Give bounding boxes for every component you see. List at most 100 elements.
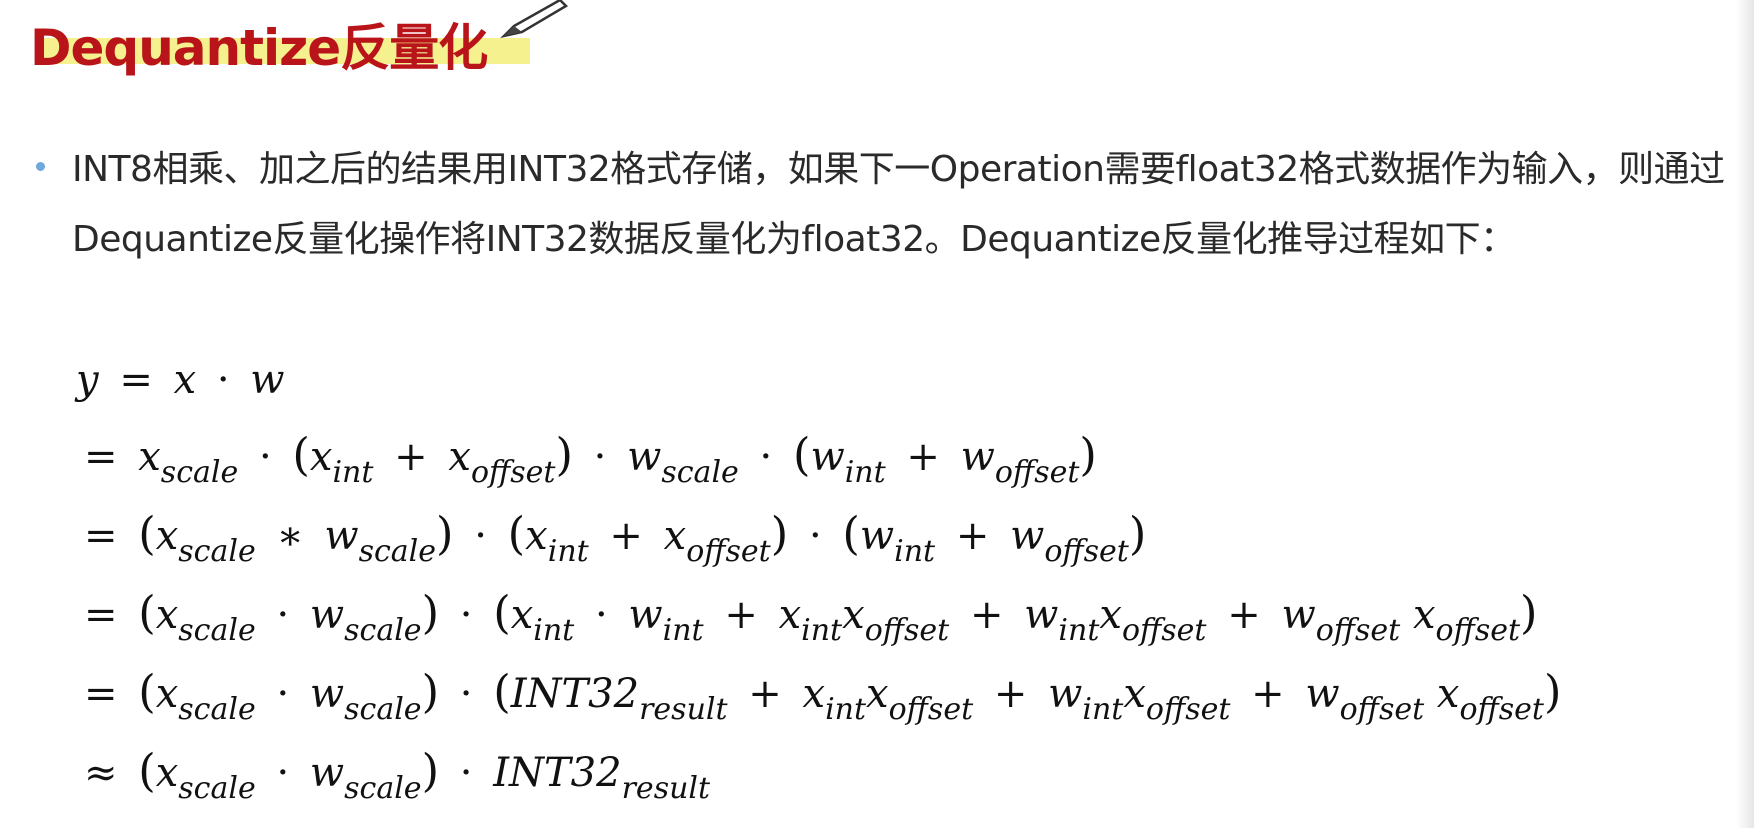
math-operator-dot: · xyxy=(258,434,272,480)
math-operator-plus: + xyxy=(394,434,428,480)
math-operator-plus: + xyxy=(969,592,1004,638)
math-subscript-offset: offset xyxy=(1145,692,1231,727)
math-variable-w: w xyxy=(1010,513,1045,559)
math-subscript-offset: offset xyxy=(888,692,974,727)
math-operator-dot: · xyxy=(593,434,607,480)
equation-line-2: = xscale · (xint + xoffset) · wscale · (… xyxy=(76,420,1561,499)
math-variable-w: w xyxy=(960,434,995,480)
math-subscript-int: int xyxy=(825,692,867,727)
math-operator-plus: + xyxy=(724,592,758,638)
math-paren-rparen: ) xyxy=(1128,507,1147,560)
math-subscript-offset: offset xyxy=(1435,613,1521,648)
math-variable-x: x xyxy=(448,434,471,480)
math-paren-rparen: ) xyxy=(421,665,440,718)
math-subscript-scale: scale xyxy=(358,534,437,569)
math-paren-lparen: ( xyxy=(792,428,811,481)
math-variable-w: w xyxy=(1048,671,1083,717)
math-variable-x: x xyxy=(510,592,534,638)
math-variable-x: x xyxy=(525,513,548,559)
math-operator-dot: · xyxy=(459,750,473,796)
math-subscript-int: int xyxy=(801,613,843,648)
math-variable-x: x xyxy=(138,434,161,480)
bullet-text: INT8相乘、加之后的结果用INT32格式存储，如果下一Operation需要f… xyxy=(72,149,1725,260)
math-paren-rparen: ) xyxy=(770,507,789,560)
math-subscript-scale: scale xyxy=(178,534,256,569)
math-variable-w: w xyxy=(309,750,345,796)
math-subscript-scale: scale xyxy=(178,692,256,727)
math-variable-x: x xyxy=(155,592,179,638)
math-operator-plus: + xyxy=(1251,671,1285,717)
equation-line-1: y = x · w xyxy=(76,345,1561,420)
math-subscript-offset: offset xyxy=(994,455,1080,490)
math-variable-x: x xyxy=(802,671,826,717)
math-variable-w: w xyxy=(628,592,663,638)
math-variable-x: x xyxy=(1436,671,1460,717)
math-variable-x: x xyxy=(778,592,802,638)
page-title: Dequantize反量化 xyxy=(30,19,488,77)
math-subscript-scale: scale xyxy=(160,455,239,490)
math-variable-x: x xyxy=(173,357,197,403)
math-paren-rparen: ) xyxy=(1543,665,1562,718)
math-subscript-offset: offset xyxy=(1459,692,1544,727)
math-paren-rparen: ) xyxy=(421,586,440,639)
math-subscript-offset: offset xyxy=(470,455,556,490)
math-paren-rparen: ) xyxy=(1079,428,1097,481)
math-paren-lparen: ( xyxy=(138,586,156,639)
math-paren-lparen: ( xyxy=(507,507,526,560)
math-variable-w: w xyxy=(309,592,345,638)
math-subscript-scale: scale xyxy=(344,613,422,648)
math-paren-lparen: ( xyxy=(138,507,156,560)
math-variable-w: w xyxy=(250,357,285,403)
math-paren-rparen: ) xyxy=(436,507,454,560)
math-subscript-int: int xyxy=(1058,613,1100,648)
math-variable-w: w xyxy=(309,671,345,717)
math-operator-plus: + xyxy=(993,671,1028,717)
math-paren-rparen: ) xyxy=(555,428,573,481)
equation-line-6: ≈ (xscale · wscale) · INT32result xyxy=(76,736,1561,815)
math-subscript-offset: offset xyxy=(686,534,771,569)
math-operator-eq: = xyxy=(84,513,118,559)
math-operator-dot: · xyxy=(216,357,230,403)
math-operator-plus: + xyxy=(609,513,643,559)
math-subscript-scale: scale xyxy=(344,692,422,727)
bullet-dot-icon xyxy=(36,162,45,171)
math-operator-dot: · xyxy=(808,513,822,559)
math-variable-w: w xyxy=(859,513,895,559)
math-variable-x: x xyxy=(155,671,179,717)
equation-line-4: = (xscale · wscale) · (xint · wint + xin… xyxy=(76,578,1561,657)
math-subscript-scale: scale xyxy=(661,455,739,490)
math-subscript-int: int xyxy=(844,455,886,490)
math-operator-eq: = xyxy=(84,671,118,717)
math-variable-w: w xyxy=(1305,671,1340,717)
math-subscript-offset: offset xyxy=(1339,692,1425,727)
math-operator-eq: = xyxy=(119,357,153,403)
math-variable-x: x xyxy=(155,513,179,559)
equation-line-3: = (xscale ∗ wscale) · (xint + xoffset) ·… xyxy=(76,499,1561,578)
math-paren-lparen: ( xyxy=(493,665,511,718)
math-operator-eq: = xyxy=(84,592,118,638)
math-subscript-scale: scale xyxy=(344,771,422,806)
math-operator-plus: + xyxy=(906,434,940,480)
pen-icon xyxy=(500,0,569,39)
math-variable-x: x xyxy=(309,434,333,480)
math-operator-dot: · xyxy=(276,671,290,717)
math-variable-w: w xyxy=(1281,592,1316,638)
equation-block: y = x · w = xscale · (xint + xoffset) · … xyxy=(76,345,1561,815)
math-variable-w: w xyxy=(627,434,662,480)
math-subscript-offset: offset xyxy=(1315,613,1401,648)
math-variable-int32: INT32 xyxy=(493,750,622,796)
math-operator-plus: + xyxy=(955,513,990,559)
math-paren-lparen: ( xyxy=(138,665,156,718)
math-operator-plus: + xyxy=(748,671,782,717)
math-subscript-result: result xyxy=(621,771,711,806)
math-paren-rparen: ) xyxy=(421,744,440,797)
equation-line-5: = (xscale · wscale) · (INT32result + xin… xyxy=(76,657,1561,736)
math-subscript-int: int xyxy=(894,534,936,569)
math-paren-lparen: ( xyxy=(842,507,860,560)
math-variable-w: w xyxy=(1024,592,1059,638)
math-operator-dot: · xyxy=(459,592,473,638)
math-variable-x: x xyxy=(1099,592,1122,638)
math-paren-lparen: ( xyxy=(493,586,511,639)
math-variable-x: x xyxy=(1412,592,1436,638)
math-subscript-int: int xyxy=(662,613,704,648)
